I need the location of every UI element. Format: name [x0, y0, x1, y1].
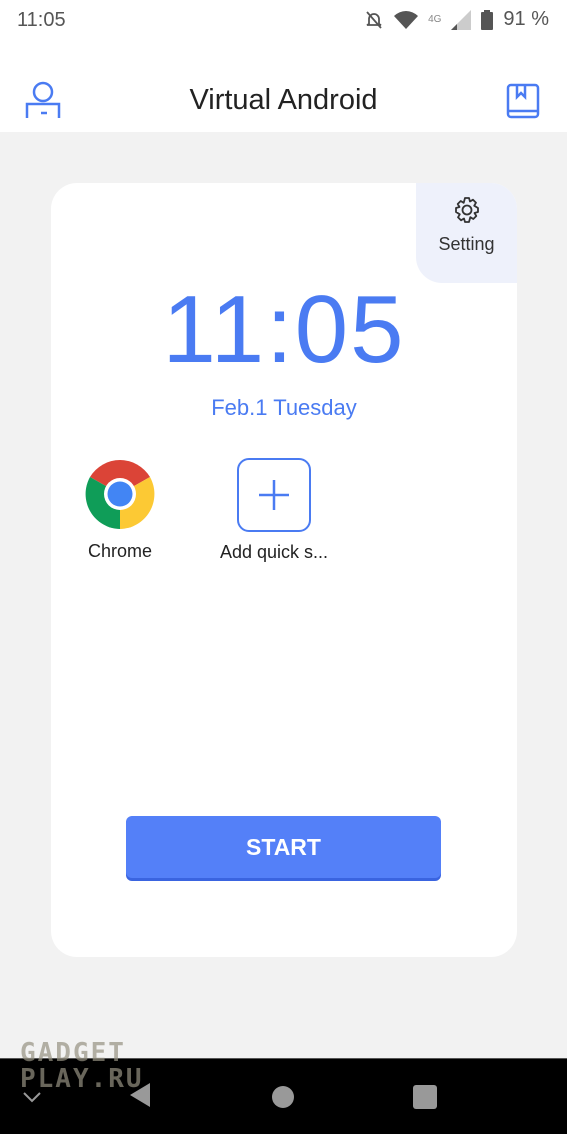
virtual-device-card: Setting 11:05 Feb.1 Tuesday Chrome Add q…	[51, 183, 517, 957]
bell-off-icon	[366, 10, 382, 29]
page-title: Virtual Android	[189, 84, 378, 116]
network-type: 4G	[428, 14, 442, 25]
add-quick-start-button[interactable]: Add quick s...	[209, 458, 339, 563]
app-label: Add quick s...	[219, 542, 329, 562]
bookmark-button[interactable]	[506, 83, 540, 124]
status-time: 11:05	[17, 9, 66, 31]
clock: 11:05	[162, 276, 406, 383]
wifi-icon	[394, 10, 419, 29]
setting-button[interactable]: Setting	[416, 183, 517, 283]
plus-icon	[259, 480, 289, 510]
chrome-icon	[85, 460, 155, 529]
recents-icon[interactable]	[413, 1085, 437, 1109]
start-button[interactable]: START	[126, 816, 441, 878]
home-icon[interactable]	[272, 1086, 294, 1108]
status-bar: 11:05 4G 91 %	[0, 0, 567, 40]
date: Feb.1 Tuesday	[211, 395, 357, 420]
setting-label: Setting	[438, 234, 495, 254]
app-chrome[interactable]: Chrome	[55, 458, 185, 562]
watermark-logo: GADGET PLAY.RU	[20, 1038, 144, 1094]
book-icon	[506, 83, 540, 119]
battery-level: 91 %	[503, 8, 549, 30]
app-bar: Virtual Android	[0, 40, 567, 132]
gear-icon	[454, 197, 479, 223]
signal-icon	[451, 9, 472, 30]
battery-icon	[481, 9, 494, 30]
app-label: Chrome	[87, 541, 153, 561]
